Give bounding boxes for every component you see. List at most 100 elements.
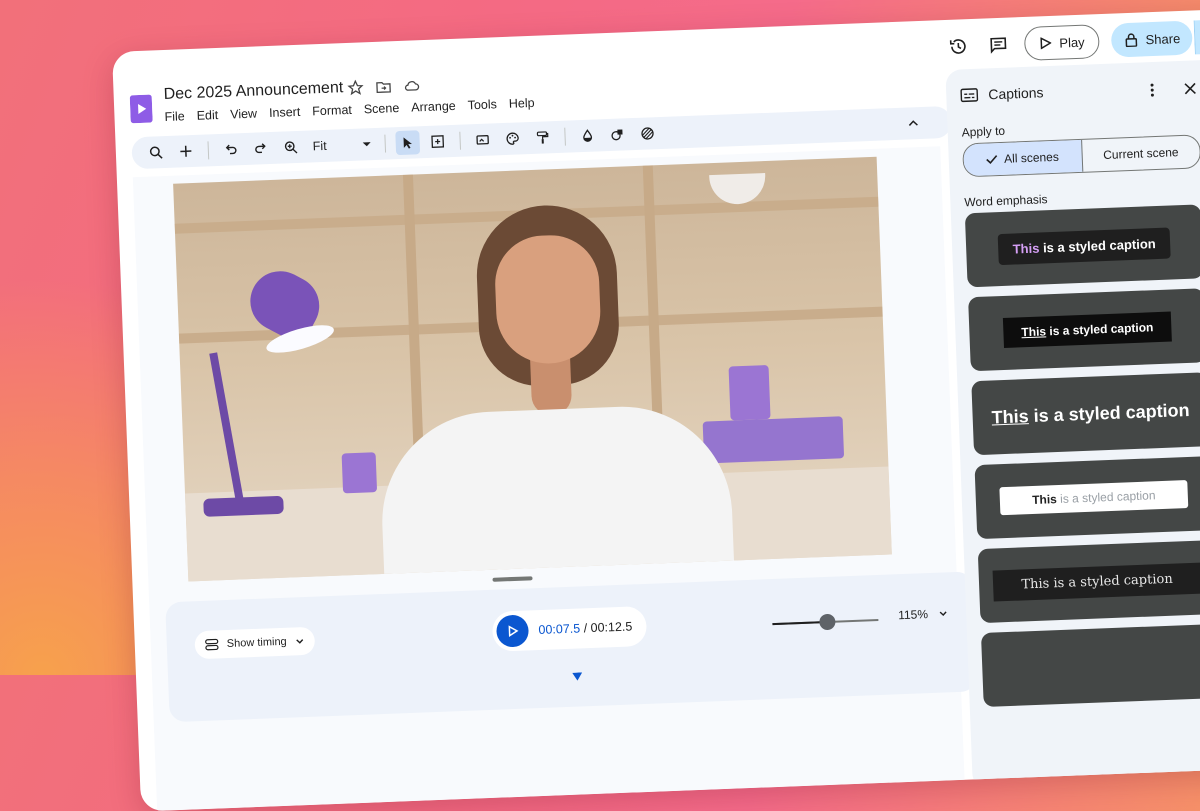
timeline-zoom-select[interactable]: 115%: [898, 606, 948, 622]
shapes-icon: [611, 129, 623, 141]
share-button[interactable]: Share: [1110, 20, 1193, 58]
current-time: 00:07.5: [538, 621, 581, 638]
caption-style-card[interactable]: This is a styled caption: [971, 372, 1200, 456]
fill-color-button[interactable]: [575, 123, 600, 148]
timing-list-icon: [205, 638, 219, 651]
caret-down-icon: [362, 142, 371, 147]
history-icon: [949, 39, 966, 54]
background-button[interactable]: [470, 127, 495, 152]
pencil-cup: [341, 452, 378, 494]
more-vert-icon[interactable]: [1144, 82, 1161, 99]
play-button[interactable]: Play: [1023, 24, 1101, 61]
time-separator: /: [579, 621, 591, 636]
title-icons: [347, 77, 420, 96]
move-folder-icon[interactable]: [375, 78, 392, 95]
zoom-select[interactable]: Fit: [309, 137, 375, 154]
play-button-label: Play: [1059, 34, 1085, 51]
vids-logo-icon: [129, 94, 153, 124]
apply-to-toggle: All scenes Current scene: [962, 134, 1200, 178]
redo-button[interactable]: [248, 136, 273, 161]
menu-view[interactable]: View: [230, 106, 257, 121]
scene-video-preview[interactable]: [173, 156, 892, 582]
caption-style-card[interactable]: This is a styled caption: [977, 540, 1200, 624]
menu-file[interactable]: File: [164, 109, 185, 124]
caption-rest-text: is a styled caption: [1056, 488, 1156, 507]
zoom-button[interactable]: [278, 135, 303, 160]
zoom-in-icon: [284, 141, 298, 154]
menu-arrange[interactable]: Arrange: [411, 99, 456, 115]
menu-format[interactable]: Format: [312, 103, 352, 119]
desk-lamp-arm: [209, 352, 244, 502]
caption-style-card[interactable]: [980, 624, 1200, 708]
cursor-icon: [403, 137, 412, 149]
captions-icon: [960, 88, 979, 103]
menu-scene[interactable]: Scene: [364, 101, 400, 116]
palette-icon: [506, 132, 519, 145]
text-box-button[interactable]: [425, 129, 450, 154]
playback-time: 00:07.5 / 00:12.5: [538, 619, 632, 637]
play-pause-button[interactable]: [495, 614, 530, 648]
chevron-down-icon: [296, 639, 304, 644]
caption-preview: This is a styled caption: [991, 399, 1190, 428]
toolbar-divider: [207, 141, 210, 160]
document-title[interactable]: Dec 2025 Announcement: [163, 79, 343, 104]
caption-emphasis-word: This: [1012, 240, 1040, 257]
caption-preview: This is a styled caption: [999, 480, 1188, 516]
caption-style-card[interactable]: This is a styled caption: [974, 456, 1200, 540]
current-scene-option[interactable]: Current scene: [1082, 135, 1200, 171]
collapse-toolbar-icon[interactable]: [905, 115, 922, 132]
menu-insert[interactable]: Insert: [269, 105, 301, 120]
caption-style-list: This is a styled caption This is a style…: [964, 204, 1200, 708]
caption-emphasis-word: This: [991, 405, 1029, 427]
total-time: 00:12.5: [590, 619, 633, 636]
caption-rest-text: is a styled caption: [1039, 235, 1156, 256]
desk-lamp-base: [203, 495, 284, 517]
mask-button[interactable]: [635, 121, 660, 146]
comments-button[interactable]: [984, 30, 1013, 59]
pencil-cup: [728, 365, 771, 421]
undo-button[interactable]: [218, 137, 243, 162]
caption-rest-text: is a styled caption: [1028, 399, 1190, 426]
version-history-button[interactable]: [944, 32, 973, 61]
search-icon: [149, 146, 163, 159]
toolbar-divider: [384, 134, 387, 153]
presenter-shirt: [378, 402, 736, 582]
all-scenes-option[interactable]: All scenes: [963, 139, 1083, 177]
current-scene-label: Current scene: [1102, 145, 1179, 163]
menu-edit[interactable]: Edit: [196, 108, 218, 123]
caption-style-card[interactable]: This is a styled caption: [964, 204, 1200, 288]
close-icon[interactable]: [1182, 80, 1199, 97]
timeline-zoom-slider[interactable]: [772, 613, 879, 631]
cloud-saved-icon[interactable]: [403, 77, 420, 94]
playhead-marker[interactable]: [572, 672, 582, 680]
search-menus-button[interactable]: [143, 140, 168, 165]
caption-style-card[interactable]: This is a styled caption: [968, 288, 1200, 372]
zoom-slider-thumb[interactable]: [819, 613, 836, 631]
shape-button[interactable]: [605, 122, 630, 147]
share-options-button[interactable]: [1193, 19, 1200, 55]
theme-button[interactable]: [500, 126, 525, 151]
paint-format-button[interactable]: [530, 125, 555, 150]
caption-emphasis-word: This: [1021, 324, 1047, 340]
fill-drop-icon: [583, 129, 593, 142]
caption-rest-text: This is a styled caption: [1021, 571, 1173, 592]
captions-panel-header: Captions: [960, 84, 1044, 103]
show-timing-label: Show timing: [226, 635, 287, 651]
menu-tools[interactable]: Tools: [467, 97, 497, 112]
caption-rest-text: is a styled caption: [1045, 320, 1154, 339]
new-scene-button[interactable]: [173, 139, 198, 164]
playback-controls: 00:07.5 / 00:12.5: [491, 605, 648, 652]
redo-icon: [255, 143, 266, 154]
stacked-books: [702, 416, 845, 464]
word-emphasis-label: Word emphasis: [964, 192, 1048, 210]
presenter-neck: [529, 354, 573, 417]
chevron-down-icon: [939, 611, 947, 617]
show-timing-button[interactable]: Show timing: [194, 626, 316, 660]
header-actions: Play Share: [944, 19, 1200, 64]
star-icon[interactable]: [347, 79, 364, 96]
zoom-percent: 115%: [897, 607, 929, 623]
image-frame-icon: [476, 135, 489, 145]
caption-preview: This is a styled caption: [1002, 311, 1172, 348]
select-tool-button[interactable]: [395, 130, 421, 156]
menu-help[interactable]: Help: [509, 96, 535, 111]
